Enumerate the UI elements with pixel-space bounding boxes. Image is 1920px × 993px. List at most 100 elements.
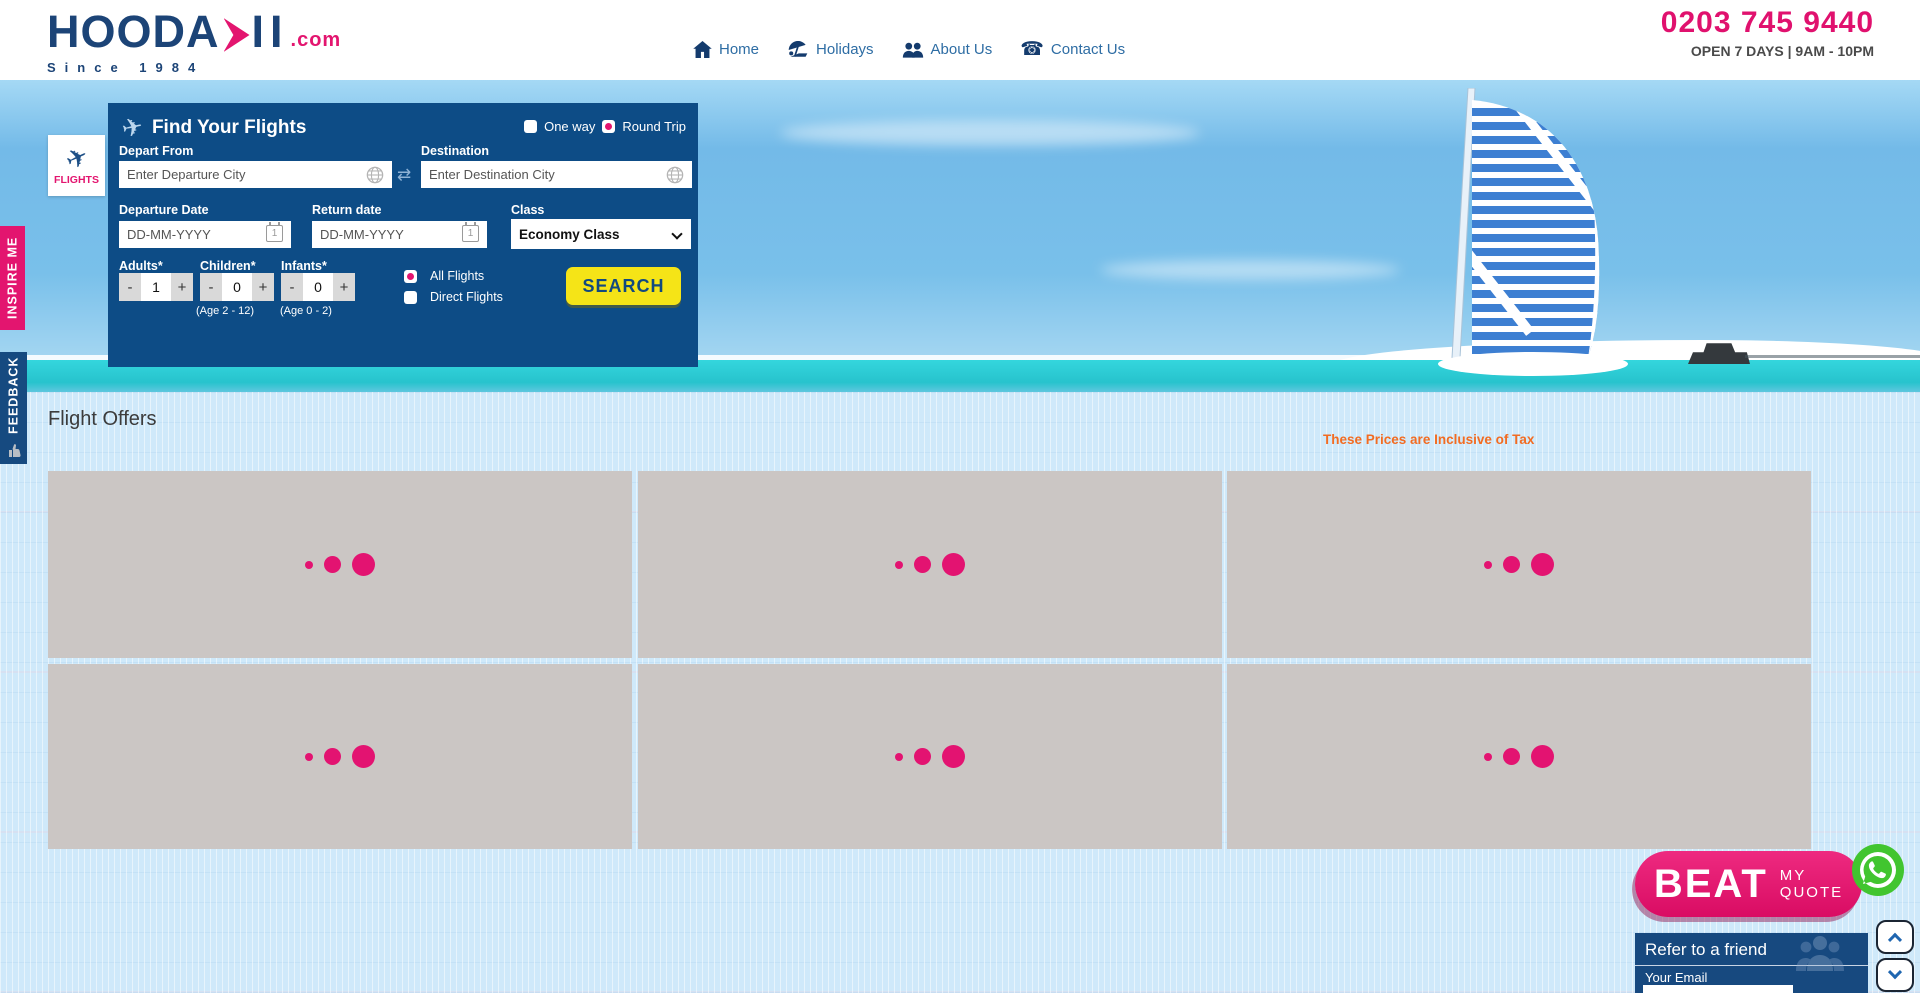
loading-dot [1484, 753, 1492, 761]
loading-dot [305, 753, 313, 761]
people-group-icon [1794, 935, 1846, 975]
phone-number[interactable]: 0203 745 9440 [1661, 6, 1874, 40]
offer-card-loading[interactable] [638, 471, 1222, 658]
flights-tab[interactable]: ✈ FLIGHTS [48, 135, 105, 196]
loading-dot [914, 556, 931, 573]
offer-card-loading[interactable] [1227, 664, 1811, 849]
offer-card-loading[interactable] [1227, 471, 1811, 658]
home-icon [693, 41, 712, 58]
logo-tagline: Since 1984 [47, 60, 341, 75]
nav-home-label: Home [719, 41, 759, 58]
children-age-hint: (Age 2 - 12) [196, 305, 254, 317]
nav-contact[interactable]: ☎ Contact Us [1020, 40, 1125, 59]
nav-home[interactable]: Home [693, 41, 759, 58]
opening-hours: OPEN 7 DAYS | 9AM - 10PM [1661, 43, 1874, 59]
scroll-up-button[interactable] [1876, 920, 1914, 954]
logo[interactable]: HOODA II .com Since 1984 [47, 6, 341, 75]
destination-city-input[interactable] [421, 161, 692, 188]
header: HOODA II .com Since 1984 Home [0, 0, 1920, 80]
panel-title: ✈ Find Your Flights [122, 113, 306, 143]
one-way-label[interactable]: One way [544, 119, 595, 134]
round-trip-label[interactable]: Round Trip [622, 119, 686, 134]
return-date-label: Return date [312, 203, 381, 217]
direct-flights-radio[interactable] [404, 291, 417, 304]
children-stepper: - 0 + [200, 273, 274, 301]
loading-dot [942, 553, 965, 576]
all-flights-label: All Flights [430, 269, 484, 283]
adults-minus-button[interactable]: - [119, 273, 141, 301]
chevron-down-icon [1888, 965, 1902, 979]
loading-dot [1531, 553, 1554, 576]
offer-card-loading[interactable] [48, 471, 632, 658]
round-trip-checkbox[interactable] [602, 120, 615, 133]
all-flights-radio[interactable] [404, 270, 417, 283]
depart-from-label: Depart From [119, 144, 193, 158]
whatsapp-icon[interactable] [1851, 843, 1905, 897]
loading-dot [895, 561, 903, 569]
beach-umbrella-icon [787, 41, 809, 59]
pier [1745, 355, 1920, 358]
flight-search-panel: ✈ Find Your Flights One way Round Trip D… [108, 103, 698, 367]
offer-card-loading[interactable] [638, 664, 1222, 849]
children-minus-button[interactable]: - [200, 273, 222, 301]
flight-filters: All Flights Direct Flights [404, 269, 503, 304]
class-label: Class [511, 203, 544, 217]
depart-city-input[interactable] [119, 161, 392, 188]
loading-dot [1503, 748, 1520, 765]
adults-value: 1 [141, 273, 171, 301]
flight-offers-heading: Flight Offers [48, 408, 157, 431]
infants-plus-button[interactable]: + [333, 273, 355, 301]
all-flights-option[interactable]: All Flights [404, 269, 503, 283]
cloud [1100, 260, 1400, 280]
infants-minus-button[interactable]: - [281, 273, 303, 301]
departure-date-input[interactable] [119, 221, 291, 248]
offer-card-loading[interactable] [48, 664, 632, 849]
loading-dot [352, 553, 375, 576]
adults-stepper: - 1 + [119, 273, 193, 301]
children-value: 0 [222, 273, 252, 301]
nav-holidays-label: Holidays [816, 41, 874, 58]
swap-cities-icon[interactable]: ⇄ [397, 165, 411, 185]
loading-dot [305, 561, 313, 569]
thumb-icon [6, 442, 22, 458]
scroll-down-button[interactable] [1876, 958, 1914, 992]
class-select[interactable]: Economy Class [511, 219, 691, 249]
nav-about[interactable]: About Us [902, 41, 993, 58]
trip-type-options: One way Round Trip [524, 119, 686, 134]
nav-holidays[interactable]: Holidays [787, 41, 874, 59]
infants-label: Infants* [281, 259, 327, 273]
adults-plus-button[interactable]: + [171, 273, 193, 301]
loading-dot [895, 753, 903, 761]
nav-about-label: About Us [931, 41, 993, 58]
direct-flights-option[interactable]: Direct Flights [404, 290, 503, 304]
beat-my-quote-button[interactable]: BEAT MY QUOTE [1635, 851, 1862, 917]
airplane-icon: ✈ [119, 111, 146, 145]
main-nav: Home Holidays About Us [693, 40, 1125, 59]
panel-title-text: Find Your Flights [152, 117, 306, 139]
phone-box: 0203 745 9440 OPEN 7 DAYS | 9AM - 10PM [1661, 6, 1874, 59]
logo-bars: II [252, 8, 289, 56]
logo-domain: .com [291, 29, 342, 52]
loading-dot [942, 745, 965, 768]
feedback-thumb-button[interactable] [0, 436, 27, 464]
one-way-checkbox[interactable] [524, 120, 537, 133]
return-date-input[interactable] [312, 221, 487, 248]
refer-email-input[interactable] [1643, 985, 1793, 993]
loading-dot [324, 556, 341, 573]
loading-dot [324, 748, 341, 765]
logo-text: HOODA [47, 8, 220, 56]
search-button[interactable]: SEARCH [566, 267, 681, 305]
feedback-tab[interactable]: FEEDBACK [0, 352, 27, 438]
quote-text: QUOTE [1780, 884, 1843, 901]
children-plus-button[interactable]: + [252, 273, 274, 301]
inspire-me-tab[interactable]: INSPIRE ME [0, 226, 25, 330]
people-icon [902, 42, 924, 58]
tax-inclusive-note: These Prices are Inclusive of Tax [1323, 432, 1534, 447]
chevron-up-icon [1888, 933, 1902, 947]
flights-tab-label: FLIGHTS [54, 174, 99, 186]
telephone-icon: ☎ [1020, 40, 1044, 59]
beat-text: BEAT [1654, 862, 1768, 907]
burj-al-arab-illustration [1438, 88, 1668, 384]
departure-date-label: Departure Date [119, 203, 209, 217]
cloud [780, 120, 1200, 146]
